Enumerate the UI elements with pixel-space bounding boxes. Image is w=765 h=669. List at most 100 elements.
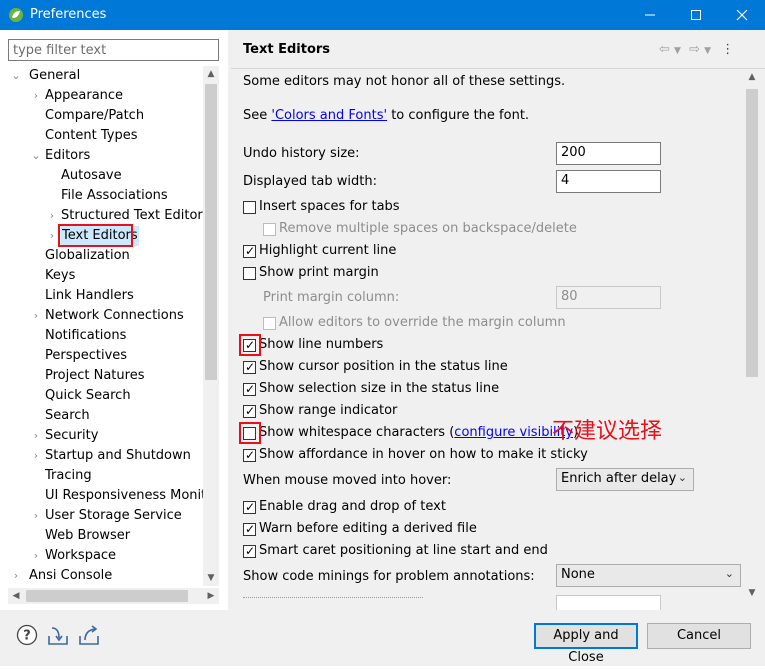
tree-item-editors[interactable]: Editors bbox=[45, 146, 90, 166]
scroll-down-icon[interactable]: ▼ bbox=[744, 585, 760, 601]
selection-size-checkbox[interactable]: ✓ bbox=[243, 382, 256, 396]
tree-item-globalization[interactable]: Globalization bbox=[45, 246, 130, 266]
close-icon bbox=[736, 9, 748, 21]
tree-item-startup-shutdown[interactable]: Startup and Shutdown bbox=[45, 446, 191, 466]
colors-fonts-link[interactable]: 'Colors and Fonts' bbox=[271, 108, 387, 123]
highlight-box bbox=[239, 422, 261, 444]
tree-item-tracing[interactable]: Tracing bbox=[45, 466, 92, 486]
tree-item-ui-responsiveness[interactable]: UI Responsiveness Monitor bbox=[45, 486, 203, 506]
collapsed-chevron-icon[interactable]: › bbox=[30, 546, 42, 566]
annotation-text: 不建议选择 bbox=[552, 419, 663, 444]
partially-hidden-row bbox=[243, 597, 423, 603]
remove-spaces-checkbox[interactable] bbox=[263, 223, 276, 236]
tree-item-workspace[interactable]: Workspace bbox=[45, 546, 116, 566]
smart-caret-checkbox[interactable]: ✓ bbox=[243, 544, 256, 558]
tree-item-user-storage[interactable]: User Storage Service bbox=[45, 506, 182, 526]
insert-spaces-checkbox[interactable] bbox=[243, 201, 256, 214]
tree-item-link-handlers[interactable]: Link Handlers bbox=[45, 286, 134, 306]
tree-item-content-types[interactable]: Content Types bbox=[45, 126, 137, 146]
tab-width-input[interactable]: 4 bbox=[556, 170, 661, 193]
collapsed-chevron-icon[interactable]: › bbox=[10, 566, 22, 586]
tree-item-security[interactable]: Security bbox=[45, 426, 98, 446]
collapsed-chevron-icon[interactable]: › bbox=[30, 506, 42, 526]
partially-hidden-input[interactable] bbox=[556, 595, 661, 610]
tree-item-compare-patch[interactable]: Compare/Patch bbox=[45, 106, 144, 126]
scroll-up-icon[interactable]: ▲ bbox=[203, 66, 219, 82]
tree-item-perspectives[interactable]: Perspectives bbox=[45, 346, 127, 366]
collapsed-chevron-icon[interactable]: › bbox=[30, 306, 42, 326]
settings-content: Some editors may not honor all of these … bbox=[231, 69, 743, 610]
allow-override-checkbox[interactable] bbox=[263, 317, 276, 330]
eclipse-spring-icon bbox=[9, 8, 23, 22]
expanded-chevron-icon[interactable]: ⌄ bbox=[10, 66, 22, 86]
chevron-down-icon: ⌄ bbox=[677, 471, 687, 484]
collapsed-chevron-icon[interactable]: › bbox=[46, 226, 58, 246]
tree-item-search[interactable]: Search bbox=[45, 406, 90, 426]
maximize-button[interactable] bbox=[673, 0, 719, 30]
warn-derived-checkbox[interactable]: ✓ bbox=[243, 522, 256, 536]
minimize-button[interactable] bbox=[627, 0, 673, 30]
view-menu-icon[interactable]: ⋮ bbox=[721, 42, 734, 57]
close-button[interactable] bbox=[719, 0, 765, 30]
drag-drop-checkbox[interactable]: ✓ bbox=[243, 500, 256, 514]
highlight-line-checkbox[interactable]: ✓ bbox=[243, 244, 256, 258]
scroll-right-icon[interactable]: ▶ bbox=[203, 588, 219, 604]
preference-tree: ⌄ General › Appearance Compare/Patch Con… bbox=[8, 64, 203, 605]
allow-override-label: Allow editors to override the margin col… bbox=[279, 315, 566, 330]
undo-history-input[interactable]: 200 bbox=[556, 142, 661, 165]
scrollbar-thumb[interactable] bbox=[746, 89, 758, 377]
collapsed-chevron-icon[interactable]: › bbox=[30, 86, 42, 106]
scrollbar-thumb[interactable] bbox=[205, 84, 217, 380]
range-indicator-checkbox[interactable]: ✓ bbox=[243, 404, 256, 418]
affordance-hover-checkbox[interactable]: ✓ bbox=[243, 448, 256, 462]
scroll-down-icon[interactable]: ▼ bbox=[203, 570, 219, 586]
preference-tree-panel: ⌄ General › Appearance Compare/Patch Con… bbox=[0, 30, 228, 610]
scroll-up-icon[interactable]: ▲ bbox=[744, 69, 760, 85]
collapsed-chevron-icon[interactable]: › bbox=[30, 426, 42, 446]
back-dropdown-icon[interactable]: ▼ bbox=[674, 46, 681, 56]
tree-item-keys[interactable]: Keys bbox=[45, 266, 75, 286]
cursor-position-checkbox[interactable]: ✓ bbox=[243, 360, 256, 374]
tree-item-quick-search[interactable]: Quick Search bbox=[45, 386, 131, 406]
help-icon[interactable]: ? bbox=[16, 624, 38, 646]
whitespace-label: Show whitespace characters ( bbox=[259, 425, 455, 440]
collapsed-chevron-icon[interactable]: › bbox=[46, 206, 58, 226]
import-icon[interactable] bbox=[47, 624, 69, 646]
preferences-window: Preferences ⌄ General › Appearance Compa… bbox=[0, 0, 765, 666]
cursor-position-label: Show cursor position in the status line bbox=[259, 359, 508, 374]
code-minings-select[interactable]: None ⌄ bbox=[556, 564, 741, 587]
tree-item-notifications[interactable]: Notifications bbox=[45, 326, 126, 346]
tree-item-ansi-console[interactable]: Ansi Console bbox=[29, 566, 112, 586]
see-prefix: See bbox=[243, 108, 272, 123]
collapsed-chevron-icon[interactable]: › bbox=[30, 446, 42, 466]
forward-arrow-icon[interactable]: ⇨ bbox=[689, 42, 700, 57]
warn-derived-label: Warn before editing a derived file bbox=[259, 521, 477, 536]
forward-dropdown-icon[interactable]: ▼ bbox=[704, 46, 711, 56]
settings-vertical-scrollbar[interactable]: ▲ ▼ bbox=[744, 69, 760, 605]
tree-item-structured-text-editors[interactable]: Structured Text Editors bbox=[61, 206, 203, 226]
scrollbar-thumb[interactable] bbox=[26, 590, 188, 602]
filter-input[interactable] bbox=[8, 39, 219, 61]
tree-item-general[interactable]: General bbox=[29, 66, 80, 86]
settings-note: Some editors may not honor all of these … bbox=[243, 74, 566, 89]
tree-item-autosave[interactable]: Autosave bbox=[61, 166, 122, 186]
back-arrow-icon[interactable]: ⇦ bbox=[659, 42, 670, 57]
export-icon[interactable] bbox=[78, 624, 100, 646]
line-numbers-label: Show line numbers bbox=[259, 337, 384, 352]
mouse-hover-select[interactable]: Enrich after delay ⌄ bbox=[556, 468, 694, 491]
expanded-chevron-icon[interactable]: ⌄ bbox=[30, 146, 42, 166]
tree-vertical-scrollbar[interactable]: ▲ ▼ bbox=[203, 66, 219, 586]
cancel-button[interactable]: Cancel bbox=[647, 623, 751, 649]
tree-item-web-browser[interactable]: Web Browser bbox=[45, 526, 130, 546]
print-margin-column-input[interactable]: 80 bbox=[556, 286, 661, 309]
tree-item-appearance[interactable]: Appearance bbox=[45, 86, 123, 106]
tree-item-project-natures[interactable]: Project Natures bbox=[45, 366, 144, 386]
scroll-left-icon[interactable]: ◀ bbox=[8, 588, 24, 604]
apply-and-close-button[interactable]: Apply and Close bbox=[534, 623, 638, 665]
print-margin-checkbox[interactable] bbox=[243, 267, 256, 280]
text-editors-page: Text Editors ⇦ ▼ ⇨ ▼ ⋮ Some editors may … bbox=[231, 30, 765, 610]
tree-item-network-connections[interactable]: Network Connections bbox=[45, 306, 184, 326]
check-icon: ✓ bbox=[245, 544, 256, 558]
tree-item-file-associations[interactable]: File Associations bbox=[61, 186, 168, 206]
tree-horizontal-scrollbar[interactable]: ◀ ▶ bbox=[8, 588, 219, 604]
